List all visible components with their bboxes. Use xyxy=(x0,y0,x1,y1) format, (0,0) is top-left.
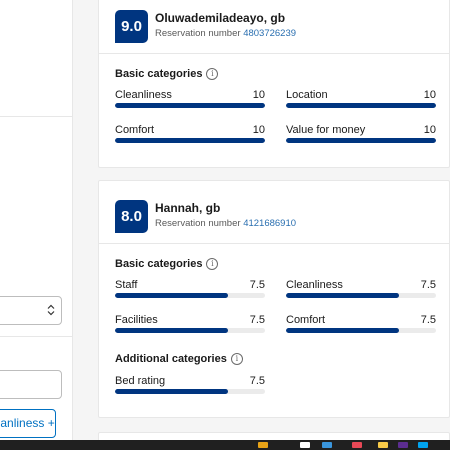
review-score-badge: 8.0 xyxy=(115,200,148,233)
sort-select[interactable] xyxy=(0,296,62,325)
rating-bar-fill xyxy=(115,293,228,298)
category-label: Facilities xyxy=(115,314,158,326)
rating-bar xyxy=(286,103,436,108)
rating-bar xyxy=(115,293,265,298)
rating-bar xyxy=(286,138,436,143)
rating-bar xyxy=(115,328,265,333)
rating-bar-fill xyxy=(115,389,228,394)
category-rating: Bed rating 7.5 xyxy=(115,375,265,395)
section-title-text: Basic categories xyxy=(115,68,203,80)
info-icon[interactable]: i xyxy=(206,68,219,80)
rating-bar-fill xyxy=(115,103,265,108)
category-rating: Comfort 10 xyxy=(115,124,265,144)
panel-divider xyxy=(0,116,73,117)
basic-categories-title: Basic categories i xyxy=(115,68,219,80)
rating-bar-fill xyxy=(286,103,436,108)
reviewer-name: Hannah, gb xyxy=(155,201,221,215)
rating-bar xyxy=(115,138,265,143)
category-value: 10 xyxy=(252,89,265,101)
category-value: 7.5 xyxy=(249,314,265,326)
category-rating: Location 10 xyxy=(286,89,436,109)
rating-bar-fill xyxy=(286,138,436,143)
category-label: Value for money xyxy=(286,124,366,136)
category-value: 7.5 xyxy=(249,279,265,291)
basic-categories-title: Basic categories i xyxy=(115,258,219,270)
category-value: 7.5 xyxy=(249,375,265,387)
category-rating: Staff 7.5 xyxy=(115,279,265,299)
category-rating: Value for money 10 xyxy=(286,124,436,144)
section-title-text: Basic categories xyxy=(115,258,203,270)
info-icon[interactable]: i xyxy=(230,353,243,365)
category-rating: Facilities 7.5 xyxy=(115,314,265,334)
rating-bar xyxy=(115,389,265,394)
rating-bar-fill xyxy=(286,293,399,298)
taskbar-folder-icon[interactable] xyxy=(258,442,268,448)
review-score-badge: 9.0 xyxy=(115,10,148,43)
reviewer-name: Oluwademiladeayo, gb xyxy=(155,11,286,25)
category-label: Location xyxy=(286,89,328,101)
search-input[interactable] xyxy=(0,370,62,399)
reservation-number-link[interactable]: 4121686910 xyxy=(243,218,296,229)
category-label: Cleanliness xyxy=(286,279,343,291)
category-rating: Cleanliness 7.5 xyxy=(286,279,436,299)
category-value: 7.5 xyxy=(420,279,436,291)
category-value: 10 xyxy=(423,89,436,101)
reservation-number-link[interactable]: 4803726239 xyxy=(243,28,296,39)
taskbar-app-icon[interactable] xyxy=(322,442,332,448)
category-label: Cleanliness xyxy=(115,89,172,101)
rating-bar xyxy=(286,328,436,333)
filter-pill-cleanliness[interactable]: leanliness + xyxy=(0,409,56,438)
category-label: Comfort xyxy=(286,314,326,326)
rating-bar xyxy=(115,103,265,108)
panel-divider xyxy=(0,336,73,337)
additional-categories-title: Additional categories i xyxy=(115,353,243,365)
taskbar-app-icon[interactable] xyxy=(418,442,428,448)
reservation-line: Reservation number 4803726239 xyxy=(155,28,296,39)
taskbar xyxy=(0,440,450,450)
section-title-text: Additional categories xyxy=(115,353,227,365)
reservation-label: Reservation number xyxy=(155,28,241,39)
category-value: 7.5 xyxy=(420,314,436,326)
taskbar-app-icon[interactable] xyxy=(352,442,362,448)
category-label: Comfort xyxy=(115,124,155,136)
rating-bar-fill xyxy=(115,138,265,143)
category-value: 10 xyxy=(423,124,436,136)
category-rating: Comfort 7.5 xyxy=(286,314,436,334)
card-divider xyxy=(99,53,449,54)
category-label: Bed rating xyxy=(115,375,166,387)
card-divider xyxy=(99,243,449,244)
select-chevron-icon xyxy=(47,304,55,320)
review-card: 9.0 Oluwademiladeayo, gb Reservation num… xyxy=(98,0,450,168)
rating-bar xyxy=(286,293,436,298)
category-label: Staff xyxy=(115,279,138,291)
category-rating: Cleanliness 10 xyxy=(115,89,265,109)
rating-bar-fill xyxy=(115,328,228,333)
info-icon[interactable]: i xyxy=(206,258,219,270)
taskbar-app-icon[interactable] xyxy=(378,442,388,448)
taskbar-app-icon[interactable] xyxy=(398,442,408,448)
reservation-line: Reservation number 4121686910 xyxy=(155,218,296,229)
rating-bar-fill xyxy=(286,328,399,333)
category-value: 10 xyxy=(252,124,265,136)
review-card: 8.0 Hannah, gb Reservation number 412168… xyxy=(98,180,450,418)
taskbar-app-icon[interactable] xyxy=(300,442,310,448)
filter-panel: leanliness + xyxy=(0,0,73,440)
reservation-label: Reservation number xyxy=(155,218,241,229)
